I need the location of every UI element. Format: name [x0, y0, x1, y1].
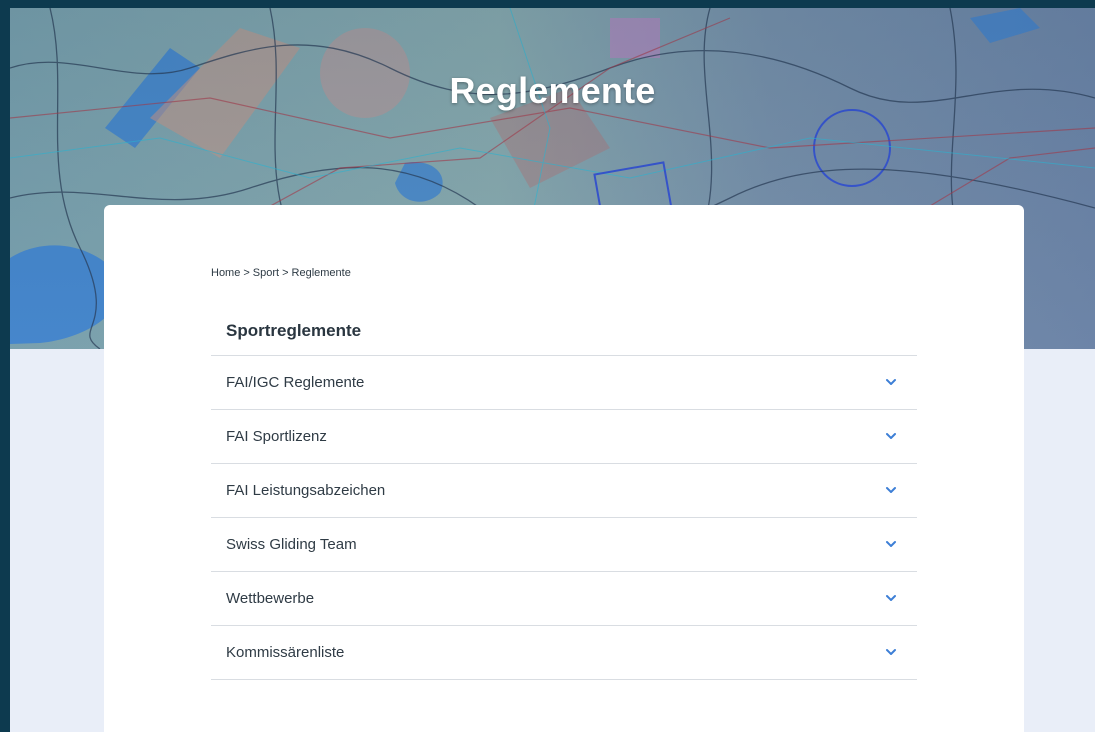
accordion-item-label: FAI/IGC Reglemente [226, 374, 365, 391]
chevron-down-icon [886, 433, 896, 439]
accordion: FAI/IGC Reglemente FAI Sportlizenz FAI L… [211, 355, 917, 680]
content-card: Home > Sport > Reglemente Sportreglemente FA… [104, 205, 1024, 732]
accordion-item-fai-leistungsabzeichen[interactable]: FAI Leistungsabzeichen [211, 464, 917, 518]
accordion-item-swiss-gliding-team[interactable]: Swiss Gliding Team [211, 518, 917, 572]
accordion-item-label: Kommissärenliste [226, 644, 345, 661]
section-title: Sportreglemente [226, 321, 362, 340]
breadcrumb-current: Reglemente [291, 267, 351, 279]
chevron-down-icon [886, 595, 896, 601]
chevron-down-icon [886, 379, 896, 385]
accordion-item-kommissaerenliste[interactable]: Kommissärenliste [211, 626, 917, 680]
breadcrumb-home-link[interactable]: Home [211, 267, 240, 279]
breadcrumb: Home > Sport > Reglemente [211, 267, 351, 279]
accordion-item-label: Wettbewerbe [226, 590, 315, 607]
accordion-item-label: FAI Leistungsabzeichen [226, 482, 386, 499]
chevron-down-icon [886, 649, 896, 655]
accordion-item-wettbewerbe[interactable]: Wettbewerbe [211, 572, 917, 626]
page: Reglemente Home > Sport > Reglemente Sportre… [10, 8, 1095, 732]
accordion-item-label: FAI Sportlizenz [226, 428, 327, 445]
breadcrumb-separator: > [243, 267, 250, 279]
chevron-down-icon [886, 487, 896, 493]
breadcrumb-sport-link[interactable]: Sport [253, 267, 279, 279]
accordion-item-fai-igc-reglemente[interactable]: FAI/IGC Reglemente [211, 356, 917, 410]
accordion-item-fai-sportlizenz[interactable]: FAI Sportlizenz [211, 410, 917, 464]
chevron-down-icon [886, 541, 896, 547]
breadcrumb-separator: > [282, 267, 289, 279]
page-title: Reglemente [449, 70, 656, 111]
accordion-item-label: Swiss Gliding Team [226, 536, 357, 553]
